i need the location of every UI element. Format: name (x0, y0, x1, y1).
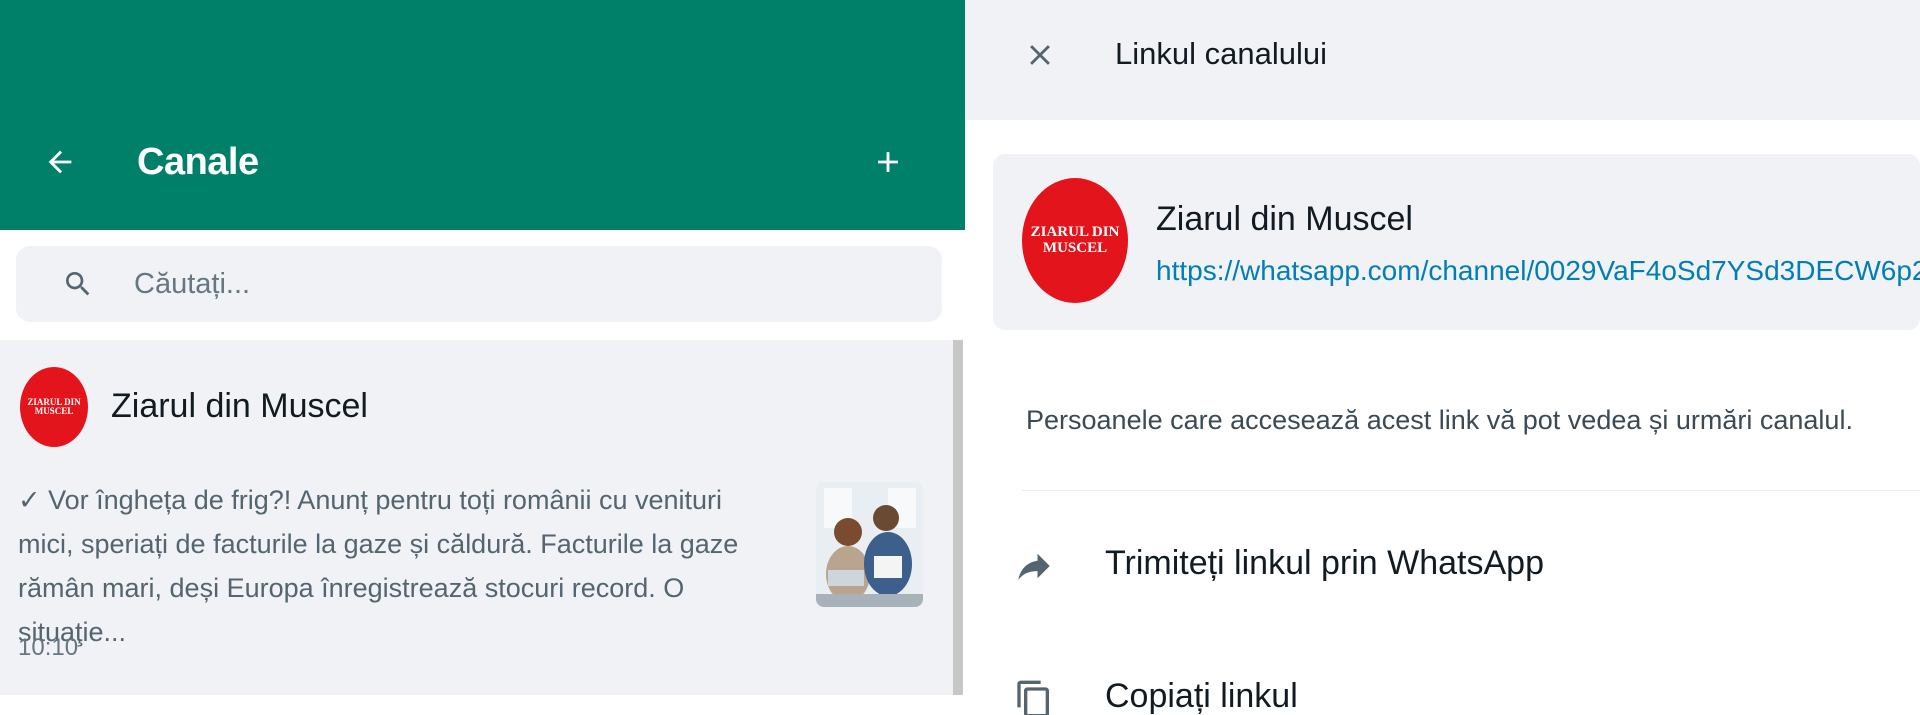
plus-icon (878, 152, 898, 172)
arrow-left-icon (48, 150, 72, 174)
copy-link-label: Copiați linkul (1105, 677, 1298, 715)
card-logo-line2: MUSCEL (1042, 239, 1108, 256)
search-input[interactable] (134, 256, 914, 312)
share-link-label: Trimiteți linkul prin WhatsApp (1105, 544, 1544, 582)
share-arrow-icon (1010, 542, 1058, 590)
close-icon (1030, 45, 1050, 65)
link-info-text: Persoanele care accesează acest link vă … (1026, 405, 1853, 435)
message-time: 10:10 (18, 634, 79, 661)
channel-link-url[interactable]: https://whatsapp.com/channel/0029VaF4oSd… (1156, 255, 1920, 287)
channels-title: Canale (137, 141, 259, 183)
back-button[interactable] (36, 138, 84, 186)
channel-link-card (993, 154, 1920, 330)
channel-card-avatar: ZIARUL DIN MUSCEL (1022, 178, 1128, 303)
message-thumbnail-image[interactable] (816, 482, 923, 607)
share-link-whatsapp-button[interactable]: Trimiteți linkul prin WhatsApp (1010, 526, 1920, 606)
channel-link-header: Linkul canalului (965, 0, 1920, 120)
channel-link-title: Linkul canalului (1115, 36, 1327, 71)
channels-header: Canale (0, 0, 965, 230)
new-channel-button[interactable] (864, 138, 912, 186)
channel-link-panel: Linkul canalului (965, 0, 1920, 715)
channels-panel: Canale ZIARUL DIN MUSCEL Ziarul din Musc… (0, 0, 965, 715)
channel-name: Ziarul din Muscel (111, 387, 368, 425)
close-button[interactable] (1016, 31, 1064, 79)
channel-last-message: ✓ Vor îngheța de frig?! Anunț pentru toț… (18, 485, 739, 647)
search-bar (16, 246, 942, 322)
scrollbar[interactable] (953, 340, 963, 695)
divider (1022, 490, 1920, 491)
channel-card-name: Ziarul din Muscel (1156, 200, 1413, 238)
whatsapp-app: Canale ZIARUL DIN MUSCEL Ziarul din Musc… (0, 0, 1920, 715)
card-logo-line1: ZIARUL DIN (1030, 223, 1120, 240)
search-icon (60, 266, 96, 302)
channel-avatar: ZIARUL DIN MUSCEL (20, 367, 88, 447)
copy-icon (1010, 675, 1058, 715)
copy-link-button[interactable]: Copiați linkul (1010, 659, 1920, 715)
channel-logo-line2: MUSCEL (34, 406, 74, 416)
